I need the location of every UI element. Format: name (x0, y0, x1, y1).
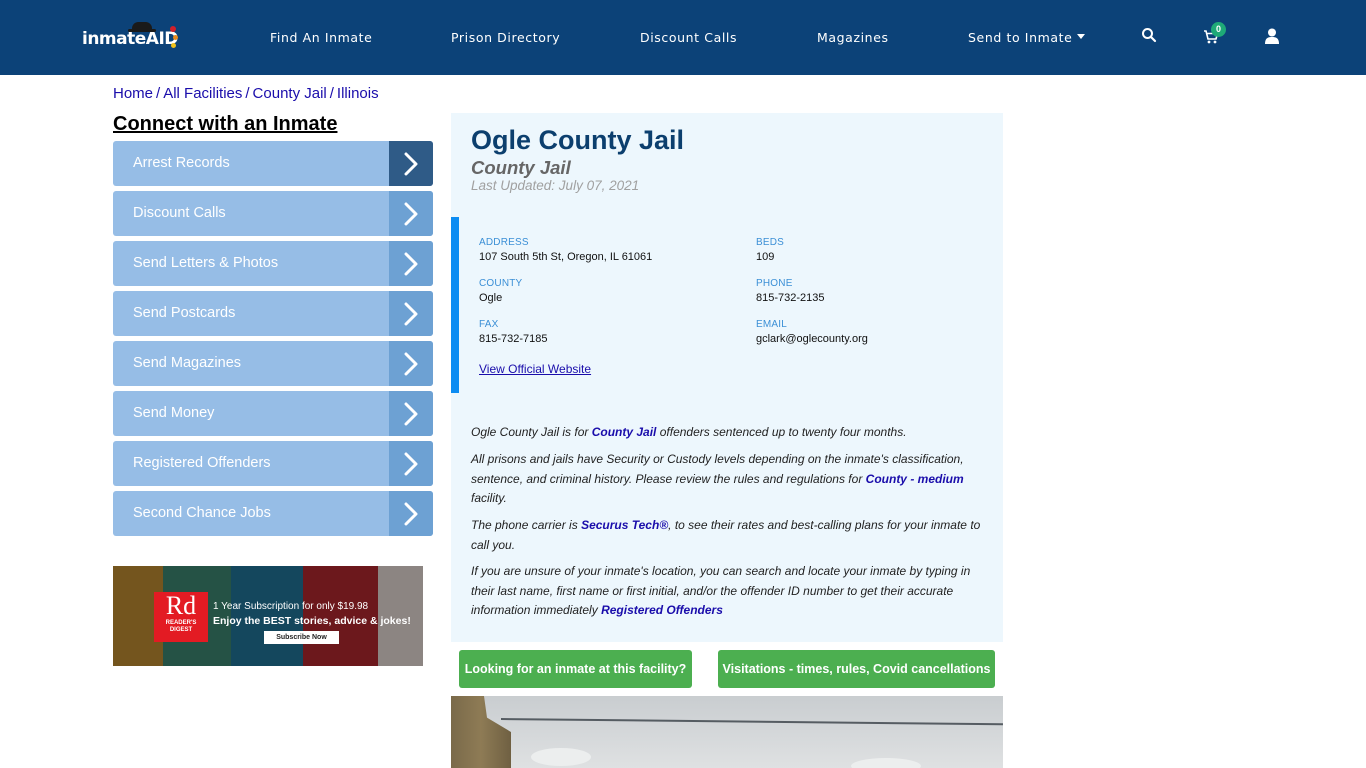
readers-digest-logo: Rd READER'S DIGEST (154, 592, 208, 642)
chevron-right-icon (389, 341, 433, 386)
breadcrumb: Home / All Facilities / County Jail / Illinois (113, 85, 379, 102)
building-wall (451, 696, 511, 768)
sidebar-item-send-money[interactable]: Send Money (113, 391, 433, 436)
address-label: ADDRESS (479, 237, 529, 248)
visitations-button[interactable]: Visitations - times, rules, Covid cancel… (718, 650, 995, 688)
sidebar-item-label: Send Magazines (133, 355, 242, 371)
chevron-right-icon (389, 491, 433, 536)
facility-photo (451, 696, 1003, 768)
chevron-right-icon (389, 391, 433, 436)
breadcrumb-separator: / (329, 85, 334, 102)
sidebar-title: Connect with an Inmate (113, 113, 338, 135)
facility-type: County Jail (471, 157, 571, 178)
cart-count-badge: 0 (1211, 22, 1226, 37)
beds-label: BEDS (756, 237, 785, 248)
sidebar-item-label: Send Letters & Photos (133, 255, 279, 271)
view-official-website-link[interactable]: View Official Website (479, 362, 591, 376)
description-paragraph: All prisons and jails have Security or C… (471, 452, 964, 505)
nav-send-to-inmate-label: Send to Inmate (968, 30, 1073, 45)
sidebar-item-label: Second Chance Jobs (133, 505, 271, 521)
cloud-shape (531, 748, 591, 766)
sidebar-item-label: Arrest Records (133, 155, 230, 171)
subscribe-now-button[interactable]: Subscribe Now (264, 631, 339, 644)
ad-tagline: Enjoy the BEST stories, advice & jokes! (213, 615, 411, 627)
county-value: Ogle (479, 292, 503, 304)
breadcrumb-county-jail[interactable]: County Jail (253, 85, 327, 102)
nav-prison-directory[interactable]: Prison Directory (451, 30, 560, 45)
sidebar-item-send-postcards[interactable]: Send Postcards (113, 291, 433, 336)
facility-title: Ogle County Jail (471, 125, 685, 155)
nav-magazines[interactable]: Magazines (817, 30, 889, 45)
county-jail-link[interactable]: County Jail (592, 425, 657, 439)
user-icon[interactable] (1265, 28, 1283, 46)
readers-digest-ad[interactable]: Rd READER'S DIGEST 1 Year Subscription f… (113, 566, 423, 666)
county-label: COUNTY (479, 278, 523, 289)
county-medium-link[interactable]: County - medium (866, 472, 964, 486)
nav-find-an-inmate[interactable]: Find An Inmate (270, 30, 372, 45)
breadcrumb-home[interactable]: Home (113, 85, 153, 102)
address-value: 107 South 5th St, Oregon, IL 61061 (479, 251, 653, 263)
sidebar-item-label: Send Money (133, 405, 215, 421)
sidebar-item-label: Registered Offenders (133, 455, 271, 471)
chevron-right-icon (389, 291, 433, 336)
info-accent-bar (451, 217, 459, 393)
sidebar-item-second-chance-jobs[interactable]: Second Chance Jobs (113, 491, 433, 536)
registered-offenders-link[interactable]: Registered Offenders (601, 603, 723, 617)
breadcrumb-all-facilities[interactable]: All Facilities (163, 85, 242, 102)
sidebar-item-registered-offenders[interactable]: Registered Offenders (113, 441, 433, 486)
breadcrumb-separator: / (156, 85, 161, 102)
logo-text: inmateAID (82, 29, 178, 49)
sidebar-item-arrest-records[interactable]: Arrest Records (113, 141, 433, 186)
phone-value: 815-732-2135 (756, 292, 825, 304)
email-value: gclark@oglecounty.org (756, 333, 868, 345)
chevron-right-icon (389, 241, 433, 286)
phone-label: PHONE (756, 278, 793, 289)
description-paragraph: Ogle County Jail is for County Jail offe… (471, 425, 907, 439)
hat-brim-icon (128, 29, 156, 32)
breadcrumb-illinois[interactable]: Illinois (337, 85, 379, 102)
leaf-icon (170, 26, 176, 32)
chevron-right-icon (389, 141, 433, 186)
search-icon[interactable] (1141, 27, 1159, 45)
sidebar-item-label: Send Postcards (133, 305, 236, 321)
find-inmate-at-facility-button[interactable]: Looking for an inmate at this facility? (459, 650, 692, 688)
nav-send-to-inmate[interactable]: Send to Inmate (968, 30, 1086, 45)
site-header: inmateAID Find An Inmate Prison Director… (0, 0, 1366, 75)
cloud-shape (851, 758, 921, 768)
ad-offer-text: 1 Year Subscription for only $19.98 (213, 601, 369, 612)
beds-value: 109 (756, 251, 775, 263)
fax-label: FAX (479, 319, 499, 330)
power-line (500, 718, 1003, 726)
description-paragraph: If you are unsure of your inmate's locat… (471, 564, 971, 617)
logo[interactable]: inmateAID (82, 22, 182, 54)
securus-tech-link[interactable]: Securus Tech® (581, 518, 668, 532)
leaf-icon (173, 35, 178, 40)
fax-value: 815-732-7185 (479, 333, 548, 345)
leaf-icon (171, 43, 176, 48)
breadcrumb-separator: / (245, 85, 250, 102)
sidebar-item-label: Discount Calls (133, 205, 226, 221)
email-label: EMAIL (756, 319, 788, 330)
sidebar-item-send-letters-photos[interactable]: Send Letters & Photos (113, 241, 433, 286)
caret-down-icon (1077, 34, 1086, 39)
nav-discount-calls[interactable]: Discount Calls (640, 30, 737, 45)
chevron-right-icon (389, 191, 433, 236)
chevron-right-icon (389, 441, 433, 486)
sidebar-item-send-magazines[interactable]: Send Magazines (113, 341, 433, 386)
last-updated: Last Updated: July 07, 2021 (471, 178, 640, 193)
description-paragraph: The phone carrier is Securus Tech®, to s… (471, 518, 981, 552)
sidebar-item-discount-calls[interactable]: Discount Calls (113, 191, 433, 236)
